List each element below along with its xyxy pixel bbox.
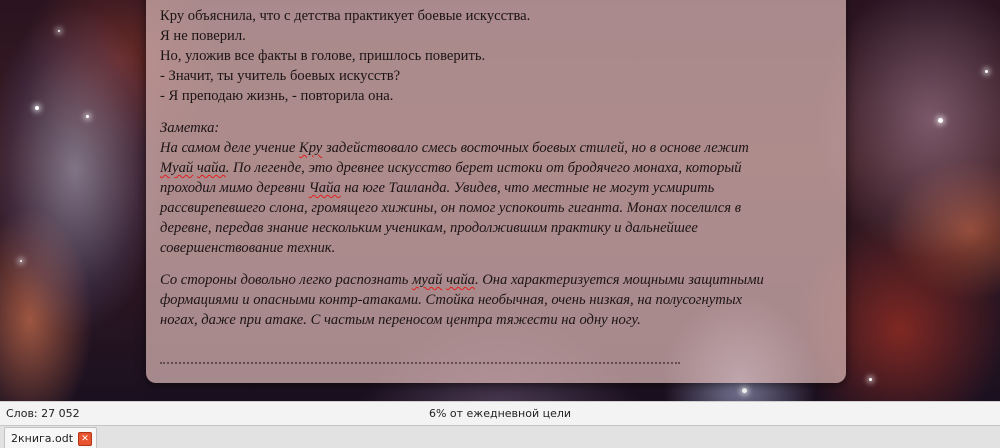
document-text[interactable]: Кру объяснила, что с детства практикует … xyxy=(160,6,832,330)
tab-2kniga[interactable]: 2книга.odt ✕ xyxy=(4,427,98,448)
text-line: - Значит, ты учитель боевых искусств? xyxy=(160,68,401,84)
note-line: ногах, даже при атаке. С частым переносо… xyxy=(160,312,641,328)
document-page[interactable]: Кру объяснила, что с детства практикует … xyxy=(146,0,846,383)
star-decoration xyxy=(58,30,60,32)
misspelled-word[interactable]: чайа xyxy=(446,272,475,288)
status-bar: Слов: 27 052 6% от ежедневной цели xyxy=(0,401,1000,426)
daily-goal-progress: 6% от ежедневной цели xyxy=(428,407,572,420)
star-decoration xyxy=(86,115,89,118)
note-block: Заметка: На самом деле учение Кру задейс… xyxy=(160,118,832,330)
text-line: Но, уложив все факты в голове, пришлось … xyxy=(160,48,486,64)
note-line: проходил мимо деревни Чайа на юге Таилан… xyxy=(160,180,715,196)
star-decoration xyxy=(985,70,988,73)
misspelled-word[interactable]: чайа xyxy=(197,160,226,176)
note-line: Муай чайа. По легенде, это древнее искус… xyxy=(160,160,742,176)
text-line: Кру объяснила, что с детства практикует … xyxy=(160,8,531,24)
note-line: деревне, передав знание нескольким учени… xyxy=(160,220,698,236)
document-tab-bar: 2книга.odt ✕ xyxy=(0,425,1000,448)
clipped-next-line xyxy=(160,362,680,368)
star-decoration xyxy=(938,118,943,123)
misspelled-word[interactable]: Муай xyxy=(160,160,193,176)
note-line: рассвирепевшего слона, громящего хижины,… xyxy=(160,200,742,216)
star-decoration xyxy=(869,378,872,381)
tab-label: 2книга.odt xyxy=(11,432,74,445)
note-line: формациями и опасными контр-атаками. Сто… xyxy=(160,292,743,308)
note-line: На самом деле учение Кру задействовало с… xyxy=(160,140,749,156)
star-decoration xyxy=(20,260,22,262)
text-line: Я не поверил. xyxy=(160,28,246,44)
text-line: - Я преподаю жизнь, - повторила она. xyxy=(160,88,394,104)
misspelled-word[interactable]: Чайа xyxy=(309,180,341,196)
note-heading: Заметка: xyxy=(160,120,220,136)
note-line: Со стороны довольно легко распознать муа… xyxy=(160,272,764,288)
close-icon[interactable]: ✕ xyxy=(78,431,93,446)
star-decoration xyxy=(742,388,747,393)
star-decoration xyxy=(35,106,39,110)
misspelled-word[interactable]: Кру xyxy=(299,140,322,156)
note-line: совершенствование техник. xyxy=(160,240,336,256)
app-window: Кру объяснила, что с детства практикует … xyxy=(0,0,1000,448)
misspelled-word[interactable]: муай xyxy=(412,272,442,288)
